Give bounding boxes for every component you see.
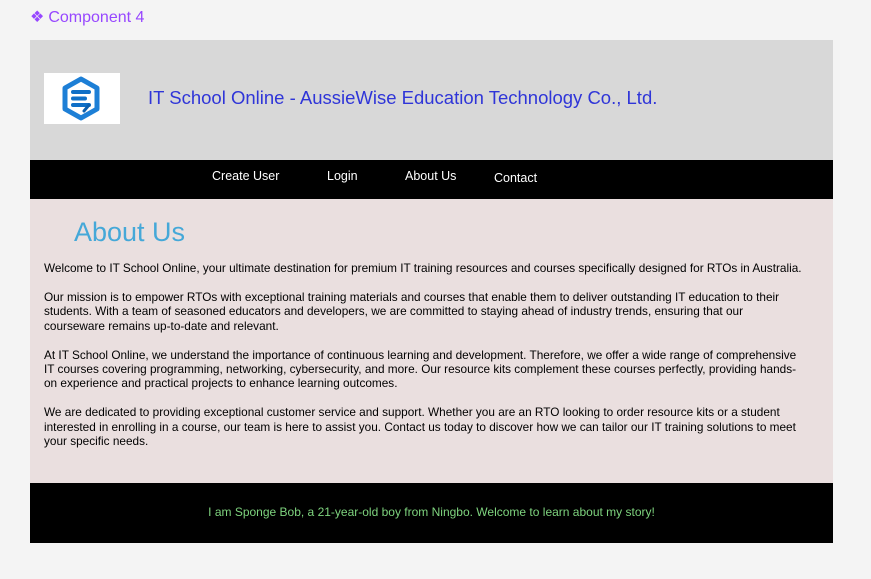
about-paragraph: We are dedicated to providing exceptiona… — [44, 405, 796, 448]
design-canvas: ❖ Component 4 IT School Online - AussieW… — [0, 0, 871, 579]
page-heading: About Us — [74, 217, 186, 247]
component-label[interactable]: ❖ Component 4 — [30, 8, 144, 28]
nav-create-user[interactable]: Create User — [212, 168, 279, 184]
about-paragraph: Our mission is to empower RTOs with exce… — [44, 290, 780, 333]
main-navigation: Create User Login About Us Contact — [30, 160, 833, 199]
site-footer: I am Sponge Bob, a 21-year-old boy from … — [30, 483, 833, 543]
site-header: IT School Online - AussieWise Education … — [30, 40, 833, 160]
component-frame: IT School Online - AussieWise Education … — [30, 40, 833, 543]
component-icon: ❖ — [30, 9, 45, 26]
nav-contact[interactable]: Contact — [494, 170, 537, 186]
site-title: IT School Online - AussieWise Education … — [148, 87, 658, 108]
about-paragraph: At IT School Online, we understand the i… — [44, 347, 797, 391]
nav-about-us[interactable]: About Us — [405, 168, 456, 184]
about-content: Welcome to IT School Online, your ultima… — [44, 261, 804, 463]
logo[interactable] — [44, 73, 120, 124]
component-name: Component 4 — [48, 9, 145, 26]
logo-icon — [62, 76, 100, 121]
footer-text: I am Sponge Bob, a 21-year-old boy from … — [208, 505, 655, 519]
nav-login[interactable]: Login — [327, 168, 358, 184]
about-paragraph: Welcome to IT School Online, your ultima… — [44, 261, 802, 275]
